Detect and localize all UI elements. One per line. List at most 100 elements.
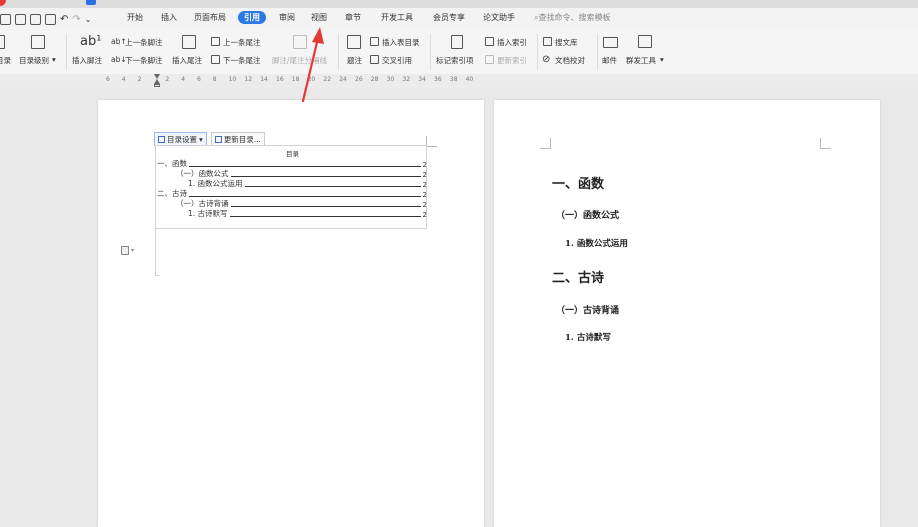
toc-entry-page: 2 (422, 211, 427, 219)
divider (537, 34, 538, 70)
doc-check-button[interactable]: 文档校对 (555, 55, 585, 66)
insert-endnote-button[interactable]: 插入尾注 (172, 55, 202, 66)
toc-level-dropdown-icon[interactable]: ▾ (52, 55, 56, 64)
ruler-tick-label: 26 (355, 76, 363, 83)
doc-check-icon[interactable]: ⊘ (542, 54, 550, 65)
quick-access-toolbar: ↶ ↷ ⌄ (0, 11, 91, 27)
cross-reference-icon[interactable] (370, 55, 379, 64)
mark-index-entry-button[interactable]: 标记索引项 (436, 55, 474, 66)
save-icon[interactable] (0, 13, 11, 25)
toc-button-label[interactable]: 目录 (0, 55, 11, 66)
menu-references[interactable]: 引用 (238, 11, 266, 24)
ruler-tick-label: 6 (197, 76, 201, 83)
menu-page-layout[interactable]: 页面布局 (194, 12, 226, 23)
insert-footnote-icon[interactable]: ab¹ (80, 34, 101, 49)
toc-settings-button[interactable]: 目录设置 ▾ (154, 132, 207, 146)
indent-marker-icon[interactable] (154, 74, 160, 87)
update-toc-button[interactable]: 更新目录... (210, 132, 265, 146)
menu-view[interactable]: 视图 (311, 12, 327, 23)
document-icon (121, 246, 129, 255)
undo-icon[interactable]: ↶ (60, 14, 68, 25)
separator-line-icon[interactable] (293, 35, 307, 49)
insert-table-of-figures-icon[interactable] (370, 37, 379, 46)
ruler-tick-label: 20 (307, 76, 316, 83)
table-of-contents[interactable]: 目录 一、函数 2 （一）函数公式 2 1. 函数公式运用 2 二、古诗 2 （一）古诗… (155, 145, 427, 229)
insert-footnote-button[interactable]: 插入脚注 (72, 55, 102, 66)
bulk-tools-dropdown-icon[interactable]: ▾ (660, 55, 664, 64)
toc-level-button[interactable]: 目录级别 (19, 55, 49, 66)
divider (66, 34, 67, 70)
ruler-tick-label: 10 (228, 76, 237, 83)
ruler-tick-label: 40 (465, 76, 474, 83)
update-toc-icon (214, 135, 222, 143)
layout-options-button[interactable]: ▾ (121, 246, 134, 255)
menu-section[interactable]: 章节 (345, 12, 361, 23)
document-tab-indicator[interactable] (86, 0, 96, 5)
insert-endnote-icon[interactable] (182, 35, 196, 49)
update-index-button[interactable]: 更新索引 (497, 55, 527, 66)
insert-table-of-figures-button[interactable]: 插入表目录 (382, 37, 420, 48)
menu-thesis-assistant[interactable]: 论文助手 (483, 12, 515, 23)
toc-icon[interactable] (0, 35, 5, 49)
customize-quick-access-icon[interactable]: ⌄ (85, 15, 92, 24)
toc-level-icon[interactable] (31, 35, 45, 49)
menu-home[interactable]: 开始 (127, 12, 143, 23)
ruler-tick-label: 14 (260, 76, 268, 83)
ruler-tick-label: 16 (276, 76, 284, 83)
mark-index-entry-icon[interactable] (451, 35, 463, 49)
cross-reference-button[interactable]: 交叉引用 (382, 55, 412, 66)
ruler-tick-label: 36 (434, 76, 442, 83)
toc-entry-text: 1. 古诗默写 (188, 209, 228, 218)
next-endnote-icon[interactable] (211, 55, 220, 64)
menu-insert[interactable]: 插入 (161, 12, 177, 23)
prev-endnote-icon[interactable] (211, 37, 220, 46)
menu-developer-tools[interactable]: 开发工具 (381, 12, 413, 23)
toc-frame-edge (155, 229, 160, 276)
insert-index-icon[interactable] (485, 37, 494, 46)
bulk-tools-button[interactable]: 群发工具 (626, 55, 656, 66)
caption-button[interactable]: 题注 (347, 55, 362, 66)
heading-3[interactable]: 1. 函数公式运用 (565, 237, 628, 249)
doc-library-button[interactable]: 搜文库 (555, 37, 578, 48)
heading-3[interactable]: 1. 古诗默写 (565, 331, 611, 343)
ruler-tick-label: 4 (121, 76, 126, 83)
toc-settings-icon (158, 135, 165, 143)
caption-icon[interactable] (347, 35, 361, 49)
update-index-icon[interactable] (485, 55, 494, 64)
bulk-tools-icon[interactable] (638, 35, 652, 48)
print-icon[interactable] (30, 13, 41, 25)
insert-index-button[interactable]: 插入索引 (497, 37, 527, 48)
toc-title: 目录 (286, 150, 299, 158)
command-search[interactable]: ⌕查找命令、搜索模板 (534, 12, 610, 23)
menu-review[interactable]: 审阅 (279, 12, 295, 23)
export-pdf-icon[interactable] (15, 13, 26, 25)
doc-library-icon[interactable] (543, 37, 552, 46)
next-footnote-button[interactable]: 下一条脚注 (125, 55, 163, 66)
margin-corner-mark (820, 138, 831, 149)
close-dot-icon[interactable] (0, 0, 6, 6)
mail-icon[interactable] (603, 37, 618, 48)
ruler-tick-label: 2 (137, 76, 142, 83)
ruler-tick-label: 38 (449, 76, 458, 83)
ruler-tick-label: 22 (323, 76, 332, 83)
menu-member[interactable]: 会员专享 (433, 12, 465, 23)
heading-1[interactable]: 一、函数 (552, 173, 604, 192)
print-preview-icon[interactable] (45, 13, 56, 25)
redo-icon[interactable]: ↷ (72, 14, 80, 25)
footnote-separator-button[interactable]: 脚注/尾注分隔线 (272, 55, 327, 66)
ruler-tick-label: 30 (386, 76, 395, 83)
chevron-down-icon: ▾ (199, 134, 203, 144)
mail-button[interactable]: 邮件 (602, 55, 617, 66)
document-page-2[interactable] (494, 100, 880, 527)
ribbon-references: 目录 目录级别 ▾ ab¹ 插入脚注 ab↑ 上一条脚注 ab↓ 下一条脚注 插… (0, 30, 918, 75)
ruler-tick-label: 12 (244, 76, 253, 83)
update-toc-label: 更新目录... (223, 134, 261, 144)
heading-1[interactable]: 二、古诗 (552, 267, 604, 286)
heading-2[interactable]: （一）函数公式 (556, 208, 619, 221)
divider (597, 34, 598, 70)
toc-entry[interactable]: 1. 古诗默写 2 (188, 208, 427, 219)
prev-endnote-button[interactable]: 上一条尾注 (223, 37, 261, 48)
heading-2[interactable]: （一）古诗背诵 (556, 303, 619, 316)
next-endnote-button[interactable]: 下一条尾注 (223, 55, 261, 66)
prev-footnote-button[interactable]: 上一条脚注 (125, 37, 163, 48)
